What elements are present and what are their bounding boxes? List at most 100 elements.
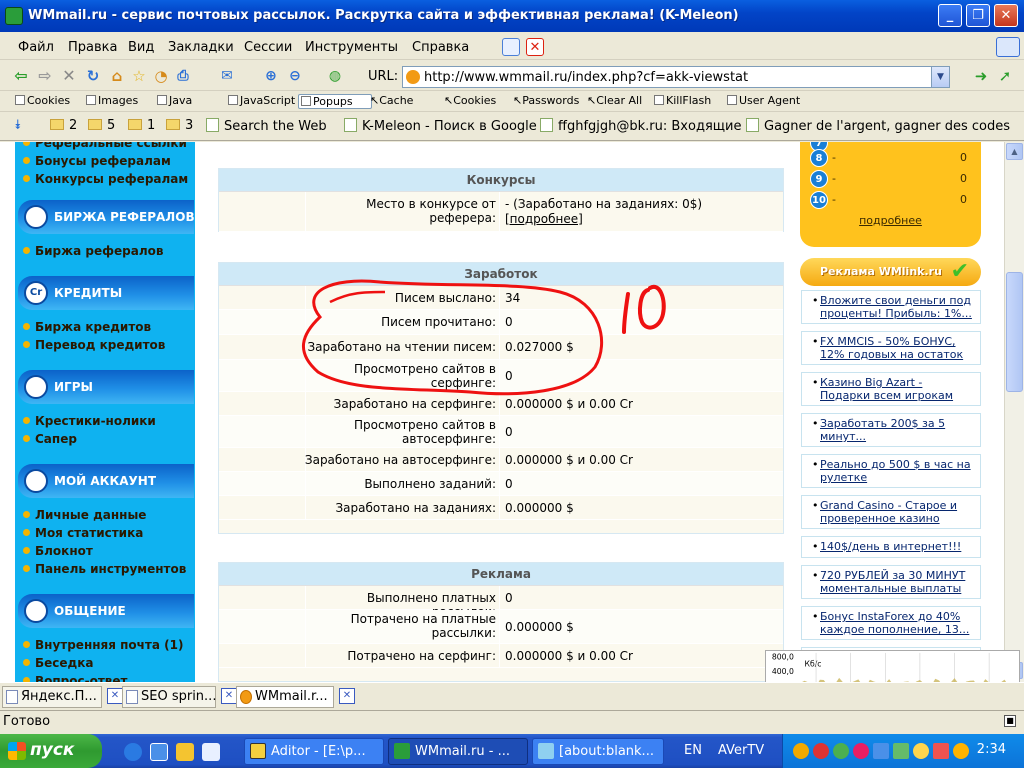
avertv-label[interactable]: AVerTV <box>718 743 764 758</box>
scroll-thumb[interactable] <box>1006 272 1023 392</box>
nav-item[interactable]: Бонусы рефералам <box>23 154 171 168</box>
nav-item[interactable]: Перевод кредитов <box>23 338 165 352</box>
vertical-scrollbar[interactable]: ▲ ▼ <box>1004 142 1024 682</box>
close-tab-icon[interactable]: ✕ <box>526 38 544 56</box>
scroll-up-icon[interactable]: ▲ <box>1006 143 1023 160</box>
clock[interactable]: 2:34 <box>977 742 1006 757</box>
close-button[interactable]: ✕ <box>994 4 1018 27</box>
nav-item[interactable]: Реферальные ссылки <box>23 142 187 150</box>
start-button[interactable]: пуск <box>0 734 102 768</box>
nav-section-header[interactable]: Cr КРЕДИТЫ <box>18 276 194 310</box>
home-icon[interactable]: ⌂ <box>108 67 126 85</box>
language-indicator[interactable]: EN <box>684 743 702 758</box>
menu-tools[interactable]: Инструменты <box>305 40 398 55</box>
media-quicklaunch-icon[interactable] <box>176 743 194 761</box>
ad-link[interactable]: 720 РУБЛЕЙ за 30 МИНУТ моментальные выпл… <box>820 569 965 595</box>
ad-link[interactable]: FX MMCIS - 50% БОНУС, 12% годовых на ост… <box>820 335 963 361</box>
mail-icon[interactable]: ✉ <box>218 67 236 85</box>
reload-icon[interactable]: ↻ <box>84 67 102 85</box>
url-input[interactable]: http://www.wmmail.ru/index.php?cf=akk-vi… <box>402 66 950 88</box>
bookmark-search-web[interactable]: Search the Web <box>206 118 327 134</box>
nav-section-header[interactable]: ОБЩЕНИЕ <box>18 594 194 628</box>
bookmark-star-icon[interactable]: ☆ <box>130 67 148 85</box>
print-icon[interactable]: ⎙ <box>174 67 192 85</box>
nav-section-header[interactable]: БИРЖА РЕФЕРАЛОВ <box>18 200 195 234</box>
clear-cache[interactable]: ↖Cache <box>370 94 413 107</box>
globe-icon[interactable]: ◍ <box>326 67 344 85</box>
rank-more-link[interactable]: подробнее <box>800 214 981 227</box>
tab-seo[interactable]: SEO sprin... ✕ <box>122 686 237 708</box>
tab-yandex[interactable]: Яндекс.П... ✕ <box>2 686 123 708</box>
go-arrow-icon[interactable]: ➚ <box>996 67 1014 85</box>
nav-item[interactable]: Вопрос-ответ <box>23 674 128 682</box>
ad-link[interactable]: 140$/день в интернет!!! <box>820 540 961 553</box>
toggle-java[interactable]: Java <box>157 94 192 107</box>
ad-link[interactable]: Заработать 200$ за 5 минут... <box>820 417 945 443</box>
menu-view[interactable]: Вид <box>128 40 154 55</box>
bookmark-folder-5[interactable]: 5 <box>88 118 115 133</box>
bookmark-folder-2[interactable]: 2 <box>50 118 77 133</box>
desktop-quicklaunch-icon[interactable] <box>150 743 168 761</box>
nav-item[interactable]: Биржа кредитов <box>23 320 151 334</box>
ie-quicklaunch-icon[interactable] <box>124 743 142 761</box>
new-window-icon[interactable] <box>502 38 520 56</box>
nav-section-header[interactable]: МОЙ АККАУНТ <box>18 464 194 498</box>
bookmark-google[interactable]: K-Meleon - Поиск в Google <box>344 118 537 134</box>
bookmark-folder-3[interactable]: 3 <box>166 118 193 133</box>
back-icon[interactable]: ⇦ <box>12 67 30 85</box>
toggle-popups[interactable]: Popups <box>298 94 372 109</box>
menu-bookmarks[interactable]: Закладки <box>168 40 234 55</box>
tray-coin-icon[interactable] <box>793 743 809 759</box>
tab-close-icon[interactable]: ✕ <box>221 688 237 704</box>
bookmark-gagner[interactable]: Gagner de l'argent, gagner des codes <box>746 118 1010 134</box>
clear-all[interactable]: ↖Clear All <box>587 94 642 107</box>
tab-close-icon[interactable]: ✕ <box>339 688 355 704</box>
tray-icon[interactable] <box>853 743 869 759</box>
task-wmmail[interactable]: WMmail.ru - ... <box>388 738 528 765</box>
menu-help[interactable]: Справка <box>412 40 469 55</box>
kill-flash[interactable]: KillFlash <box>654 94 711 107</box>
task-about-blank[interactable]: [about:blank... <box>532 738 664 765</box>
nav-item[interactable]: Личные данные <box>23 508 146 522</box>
clear-cookies[interactable]: ↖Cookies <box>444 94 496 107</box>
nav-item[interactable]: Блокнот <box>23 544 93 558</box>
quicklaunch-icon[interactable] <box>202 743 220 761</box>
tray-speaker-icon[interactable] <box>953 743 969 759</box>
tab-close-icon[interactable]: ✕ <box>107 688 123 704</box>
tray-icon[interactable] <box>813 743 829 759</box>
maximize-button[interactable]: ❐ <box>966 4 990 27</box>
menu-sessions[interactable]: Сессии <box>244 40 292 55</box>
ad-link[interactable]: Казино Big Azart - Подарки всем игрокам <box>820 376 953 402</box>
bookmark-bk-mail[interactable]: ffghfgjgh@bk.ru: Входящие <box>540 118 741 134</box>
nav-section-header[interactable]: ИГРЫ <box>18 370 194 404</box>
task-aditor[interactable]: Aditor - [E:\р... <box>244 738 384 765</box>
menu-edit[interactable]: Правка <box>68 40 117 55</box>
ad-link[interactable]: Реально до 500 $ в час на рулетке <box>820 458 971 484</box>
contest-more-link[interactable]: [подробнее] <box>505 212 583 226</box>
toggle-cookies[interactable]: Cookies <box>15 94 70 107</box>
nav-item[interactable]: Биржа рефералов <box>23 244 163 258</box>
tab-wmmail[interactable]: WMmail.r... ✕ <box>236 686 355 708</box>
url-dropdown-icon[interactable]: ▼ <box>931 67 949 87</box>
forward-icon[interactable]: ⇨ <box>36 67 54 85</box>
zoom-in-icon[interactable]: ⊕ <box>262 67 280 85</box>
nav-item[interactable]: Моя статистика <box>23 526 143 540</box>
toggle-javascript[interactable]: JavaScript <box>228 94 295 107</box>
nav-item[interactable]: Панель инструментов <box>23 562 186 576</box>
nav-item[interactable]: Сапер <box>23 432 77 446</box>
tray-icon[interactable] <box>893 743 909 759</box>
history-icon[interactable]: ◔ <box>152 67 170 85</box>
nav-item[interactable]: Беседка <box>23 656 93 670</box>
clear-passwords[interactable]: ↖Passwords <box>513 94 579 107</box>
bookmarks-menu-icon[interactable]: ⯯ <box>14 118 22 133</box>
tray-icon[interactable] <box>913 743 929 759</box>
ad-link[interactable]: Вложите свои деньги под проценты! Прибыл… <box>820 294 972 320</box>
minimize-button[interactable]: _ <box>938 4 962 27</box>
menu-file[interactable]: Файл <box>18 40 54 55</box>
nav-item[interactable]: Конкурсы рефералам <box>23 172 188 186</box>
bookmark-folder-1[interactable]: 1 <box>128 118 155 133</box>
ad-link[interactable]: Бонус InstaForex до 40% каждое пополнени… <box>820 610 969 636</box>
tray-network-icon[interactable] <box>873 743 889 759</box>
stop-icon[interactable]: ✕ <box>60 67 78 85</box>
tray-icon[interactable] <box>833 743 849 759</box>
